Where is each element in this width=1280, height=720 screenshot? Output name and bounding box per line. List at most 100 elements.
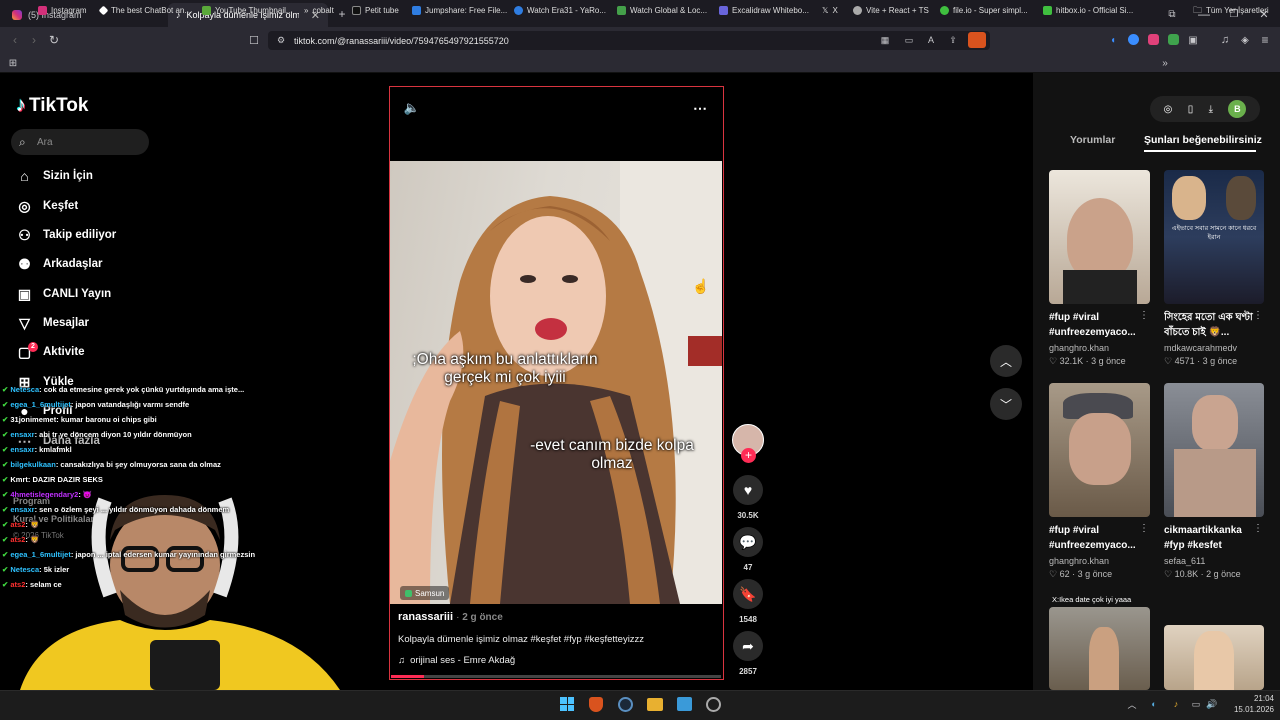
reader-icon[interactable]: ▭: [902, 33, 916, 47]
speaker-icon[interactable]: 🔊: [1206, 698, 1218, 710]
new-tab-icon[interactable]: +: [334, 6, 350, 22]
bookmark-youtube-thumbnail[interactable]: YouTube Thumbnail...: [202, 3, 293, 18]
forward-icon[interactable]: ›: [27, 32, 41, 48]
user-avatar[interactable]: B: [1228, 100, 1247, 118]
chat-text: : 🦁: [25, 535, 40, 544]
download-icon[interactable]: ⤓: [1209, 104, 1213, 115]
tray-app-icon[interactable]: ◐: [1148, 698, 1160, 710]
nav-live[interactable]: ▣ CANLI Yayın: [16, 283, 111, 305]
bookmark-page-icon[interactable]: ☐: [246, 32, 262, 48]
recommended-title[interactable]: #fup #viral #unfreezemyaco...: [1049, 310, 1149, 340]
share-icon[interactable]: ⇪: [946, 33, 960, 47]
bookmark-chatbot[interactable]: The best ChatBot an...: [98, 3, 191, 18]
card-more-icon[interactable]: ⋮: [1253, 523, 1263, 534]
music-icon[interactable]: ♫: [1218, 32, 1232, 48]
video-description[interactable]: Kolpayla dümenle işimiz olmaz #keşfet #f…: [398, 634, 644, 645]
sidebar-icon[interactable]: ▣: [1186, 32, 1200, 48]
nav-for-you[interactable]: ⌂ Sizin İçin: [16, 165, 93, 187]
card-more-icon[interactable]: ⋮: [1139, 310, 1149, 321]
nav-explore[interactable]: ◎ Keşfet: [16, 195, 78, 217]
share-button[interactable]: ➦: [733, 631, 763, 661]
reload-icon[interactable]: ↻: [46, 32, 62, 48]
bookmark-hitbox[interactable]: hitbox.io - Official Si...: [1043, 3, 1133, 18]
brave-shield-icon[interactable]: [968, 32, 986, 48]
recommended-user[interactable]: ghanghro.khan: [1049, 556, 1109, 566]
video-frame[interactable]: ;Oha aşkım bu anlattıkların gerçek mi ço…: [390, 161, 722, 604]
next-video-button[interactable]: ﹀: [990, 388, 1022, 420]
recommended-user[interactable]: ghanghro.khan: [1049, 343, 1109, 353]
bookmark-vite[interactable]: Vite + React + TS: [853, 3, 929, 18]
search-input[interactable]: ⌕ Ara: [11, 129, 149, 155]
start-icon[interactable]: [560, 697, 574, 711]
recommended-thumbnail[interactable]: [1164, 625, 1264, 690]
progress-bar[interactable]: [391, 675, 721, 678]
device-icon[interactable]: ▯: [1188, 104, 1194, 115]
recommended-thumbnail[interactable]: [1049, 383, 1150, 517]
tab-comments[interactable]: Yorumlar: [1070, 134, 1115, 146]
all-bookmarks[interactable]: 🗀 Tüm Yer İşaretleri: [1193, 3, 1269, 18]
recommended-thumbnail[interactable]: [1049, 170, 1150, 304]
extension-green-icon[interactable]: [1168, 34, 1179, 45]
extension-pink-icon[interactable]: [1148, 34, 1159, 45]
bookmark-petit-tube[interactable]: Petit tube: [352, 3, 399, 18]
bookmark-cobalt[interactable]: » cobalt: [304, 3, 334, 18]
nav-messages[interactable]: ▽ Mesajlar: [16, 312, 89, 334]
recommended-title[interactable]: #fup #viral #unfreezemyaco...: [1049, 523, 1149, 553]
like-button[interactable]: ♥: [733, 475, 763, 505]
microphone-icon[interactable]: ♪: [1170, 698, 1182, 710]
network-icon[interactable]: ▭: [1190, 698, 1202, 710]
obs-icon[interactable]: [706, 697, 721, 712]
steam-icon[interactable]: [618, 697, 633, 712]
bookmark-x[interactable]: 𝕏X: [822, 3, 838, 18]
more-options-icon[interactable]: ⋯: [690, 100, 710, 116]
previous-video-button[interactable]: ︿: [990, 345, 1022, 377]
bookmark-jumpshare[interactable]: Jumpshare: Free File...: [412, 3, 507, 18]
volume-icon[interactable]: 🔈: [403, 100, 421, 116]
back-icon[interactable]: ‹: [8, 32, 22, 48]
extensions-icon[interactable]: ⧉: [1164, 6, 1180, 22]
bookmark-excalidraw[interactable]: Excalidraw Whitebo...: [719, 3, 809, 18]
recommended-title[interactable]: সিংহের মতো এক ঘণ্টা বাঁচতে চাই 🦁...: [1164, 310, 1256, 340]
nav-following[interactable]: ⚇ Takip ediliyor: [16, 224, 116, 246]
tiktok-logo[interactable]: ♪ TikTok: [16, 94, 88, 117]
extension-blue-icon[interactable]: [1128, 34, 1139, 45]
sound-link[interactable]: ♫ orijinal ses - Emre Akdağ: [398, 655, 515, 666]
recommended-thumbnail[interactable]: [1164, 383, 1264, 517]
save-button[interactable]: 🔖: [733, 579, 763, 609]
card-more-icon[interactable]: ⋮: [1139, 523, 1149, 534]
recommended-thumbnail[interactable]: এইভাবে সবার সামনে কানে ধরবে ইরান: [1164, 170, 1264, 304]
extension-wallet-icon[interactable]: ◖: [1106, 32, 1120, 48]
chat-message: ✔ 31jonimemet: kumar baronu oi chips gib…: [2, 415, 157, 424]
translate-icon[interactable]: A: [924, 33, 938, 47]
apps-grid-icon[interactable]: ⊞: [6, 56, 20, 70]
recommended-user[interactable]: mdkawcarahmedv: [1164, 343, 1237, 353]
recommended-thumbnail[interactable]: [1049, 607, 1150, 690]
more-bookmarks-icon[interactable]: »: [1158, 56, 1172, 70]
store-icon[interactable]: [677, 697, 692, 711]
bookmark-label: cobalt: [312, 6, 334, 15]
tray-chevron-icon[interactable]: ︿: [1126, 698, 1138, 710]
follow-plus-icon[interactable]: +: [741, 448, 756, 463]
comment-button[interactable]: 💬: [733, 527, 763, 557]
recommended-title[interactable]: cikmaartikkanka #fyp #kesfet: [1164, 523, 1264, 553]
vpn-icon[interactable]: ◈: [1238, 32, 1252, 48]
nav-activity[interactable]: ▢ Aktivite: [16, 341, 85, 363]
recommended-user[interactable]: sefaa_611: [1164, 556, 1205, 566]
media-icon[interactable]: ▦: [878, 33, 892, 47]
tab-you-may-like[interactable]: Şunları beğenebilirsiniz: [1144, 134, 1262, 146]
clock[interactable]: 21:04 15.01.2026: [1222, 693, 1274, 715]
bookmark-fileio[interactable]: file.io - Super simpl...: [940, 3, 1028, 18]
bookmark-label: X: [832, 6, 838, 15]
bookmark-watch-global[interactable]: Watch Global & Loc...: [617, 3, 707, 18]
bookmark-instagram[interactable]: Instagram: [38, 3, 87, 18]
card-more-icon[interactable]: ⋮: [1253, 310, 1263, 321]
file-explorer-icon[interactable]: [647, 698, 663, 711]
nav-friends[interactable]: ⚉ Arkadaşlar: [16, 253, 102, 275]
location-tag[interactable]: Samsun: [400, 586, 450, 600]
site-settings-icon[interactable]: ⚙: [275, 34, 287, 46]
author-name[interactable]: ranassariii: [398, 611, 453, 623]
menu-icon[interactable]: ≡: [1258, 32, 1272, 48]
bookmark-era31[interactable]: Watch Era31 - YaRo...: [514, 3, 606, 18]
explore-icon[interactable]: ◎: [1164, 104, 1173, 115]
brave-browser-icon[interactable]: [589, 697, 603, 712]
